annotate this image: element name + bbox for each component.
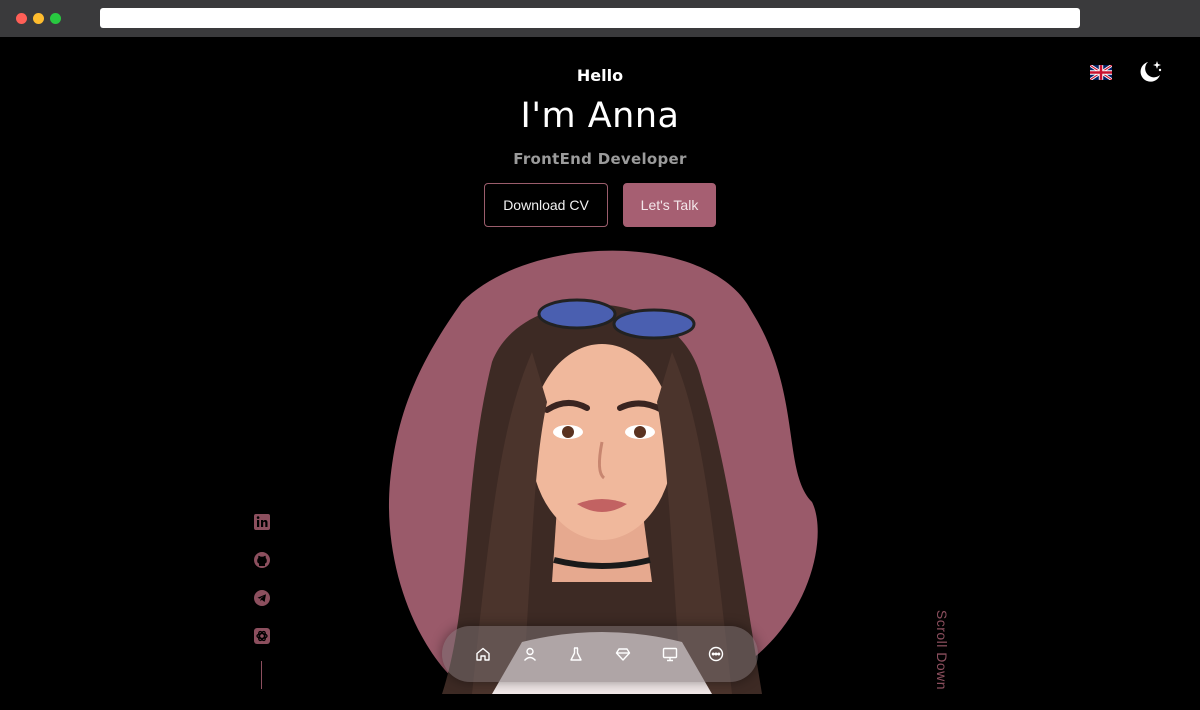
scroll-down-link[interactable]: Scroll Down	[930, 590, 950, 710]
close-window-button[interactable]	[16, 13, 27, 24]
greeting-text: Hello	[576, 66, 624, 85]
home-icon[interactable]	[474, 645, 492, 663]
hero-role: FrontEnd Developer	[513, 150, 687, 168]
lets-talk-button[interactable]: Let's Talk	[623, 183, 716, 227]
telegram-icon[interactable]	[253, 589, 271, 607]
browser-chrome	[0, 0, 1200, 37]
diamond-heart-icon[interactable]	[614, 645, 632, 663]
social-divider-line	[261, 661, 262, 689]
address-bar[interactable]	[100, 8, 1080, 28]
github-icon[interactable]	[253, 551, 271, 569]
maximize-window-button[interactable]	[50, 13, 61, 24]
minimize-window-button[interactable]	[33, 13, 44, 24]
linkedin-icon[interactable]	[253, 513, 271, 531]
chat-icon[interactable]	[707, 645, 725, 663]
hero-name: I'm Anna	[520, 96, 680, 136]
bottom-navigation	[442, 626, 758, 682]
download-cv-button[interactable]: Download CV	[484, 183, 608, 227]
user-icon[interactable]	[521, 645, 539, 663]
monitor-icon[interactable]	[661, 645, 679, 663]
openai-icon[interactable]	[253, 627, 271, 645]
flask-icon[interactable]	[567, 645, 585, 663]
